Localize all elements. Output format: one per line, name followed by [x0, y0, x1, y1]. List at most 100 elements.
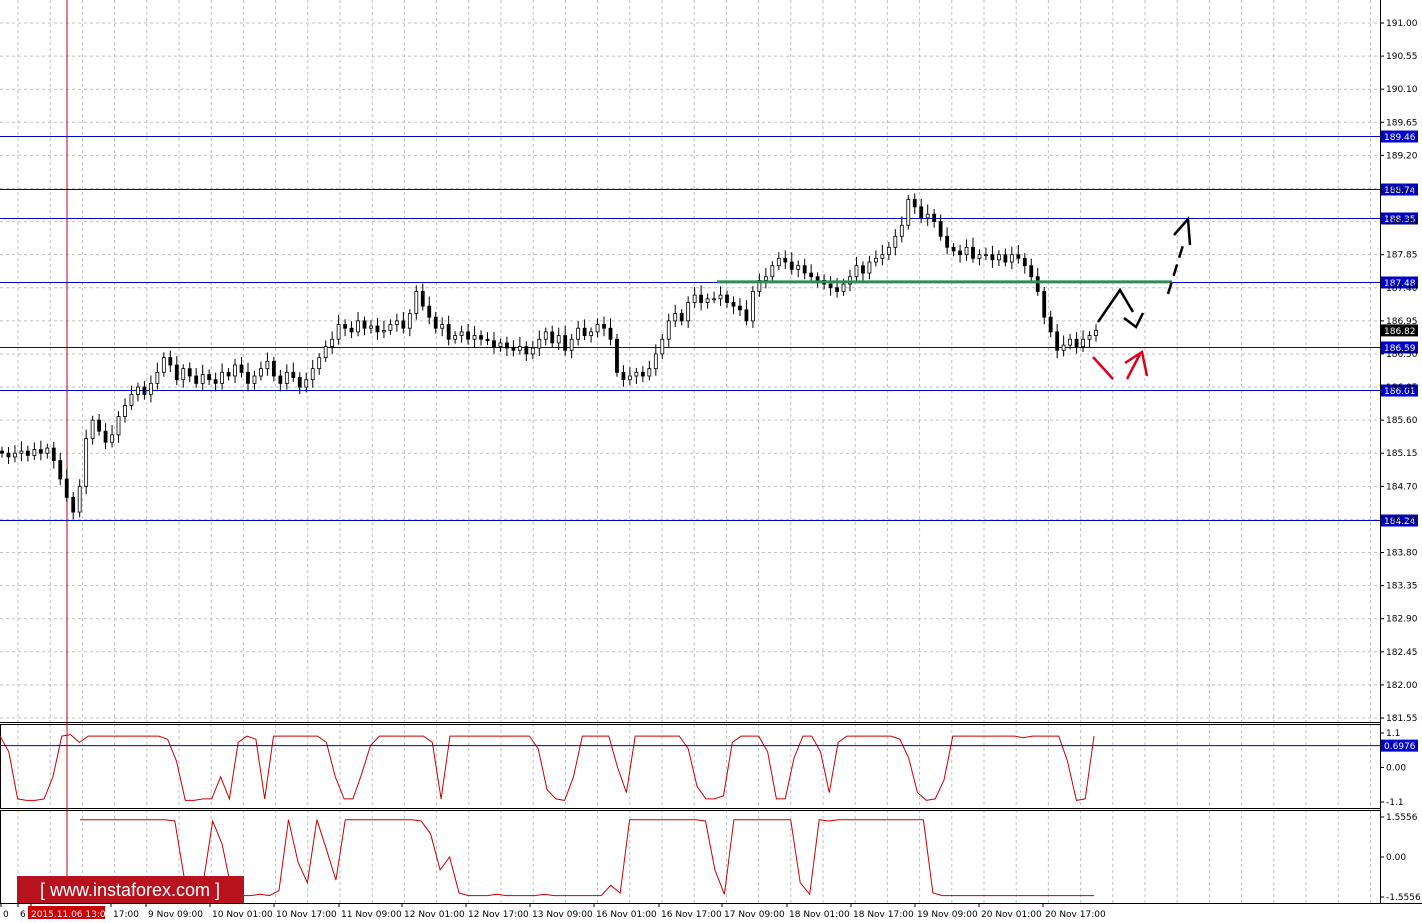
x-tick-label: 0	[3, 910, 9, 920]
candle	[1029, 258, 1034, 283]
candle-body	[1074, 338, 1079, 347]
candle-body	[278, 375, 283, 384]
current-price-label: 186.82	[1384, 327, 1416, 337]
candle-body	[330, 338, 335, 347]
candle-body	[550, 331, 555, 344]
x-tick-label: 12 Nov 17:00	[468, 910, 529, 920]
candle-body	[84, 438, 89, 487]
candle	[84, 429, 89, 495]
candle	[744, 300, 749, 326]
candle-body	[148, 382, 153, 395]
candle-body	[97, 419, 102, 432]
candle	[964, 239, 969, 261]
candle	[1094, 324, 1098, 342]
candle	[97, 413, 102, 436]
candle	[155, 362, 160, 390]
candle-body	[252, 375, 257, 384]
candle-body	[271, 360, 276, 377]
candle	[971, 237, 975, 263]
candle-body	[660, 338, 665, 355]
forecast-path-up	[1096, 287, 1135, 323]
candle	[718, 286, 723, 306]
y-tick-label: 186.50	[1386, 350, 1418, 360]
candle	[71, 492, 76, 520]
candle-body	[1042, 291, 1047, 318]
candle	[945, 227, 950, 255]
candle-body	[692, 294, 697, 303]
candle	[1016, 244, 1021, 264]
indicator-2-tick-label: -1.5556	[1386, 893, 1421, 903]
candle-body	[64, 478, 69, 498]
candle	[123, 398, 127, 423]
candle-body	[1068, 338, 1073, 346]
candle	[505, 336, 509, 357]
candle-body	[382, 330, 386, 333]
candle-body	[142, 386, 147, 395]
candle	[181, 364, 186, 388]
time-axis: 0 6 2015.11.06 13:00 17:00 9 Nov 09:00 10 Nov…	[0, 903, 1106, 920]
candle-body	[32, 449, 37, 456]
candle-body	[407, 313, 412, 329]
candle	[472, 325, 477, 348]
candle	[343, 319, 347, 337]
candle	[958, 244, 962, 263]
candle	[776, 252, 781, 271]
candle	[407, 309, 412, 337]
candle-body	[530, 347, 535, 355]
candle-body	[679, 313, 684, 322]
candle	[893, 229, 898, 256]
candle	[103, 423, 108, 450]
chart-grid	[0, 0, 1380, 903]
candle	[330, 331, 335, 354]
candle	[0, 446, 4, 458]
candle-body	[136, 386, 140, 395]
candle-body	[951, 246, 956, 252]
candle-body	[874, 257, 878, 263]
candle-body	[479, 335, 483, 340]
candle-body	[964, 246, 969, 256]
y-tick-label: 184.70	[1386, 482, 1418, 492]
candle	[349, 321, 354, 339]
candle-body	[71, 496, 76, 513]
candle	[899, 216, 904, 243]
candle-body	[362, 320, 367, 329]
candle	[194, 368, 199, 388]
y-tick-label: 188.30	[1386, 218, 1418, 228]
y-tick-label: 183.35	[1386, 582, 1418, 592]
y-tick-label: 190.10	[1386, 85, 1418, 95]
candle	[136, 382, 140, 402]
candle-body	[466, 331, 470, 340]
candle	[1042, 287, 1047, 325]
candle-body	[51, 447, 56, 461]
candle-body	[90, 419, 95, 439]
candle-body	[239, 364, 244, 373]
candle-body	[653, 353, 658, 370]
candle-body	[291, 371, 296, 378]
candle-body	[485, 338, 490, 342]
candle	[815, 272, 820, 288]
candle	[278, 369, 283, 392]
highlighted-time-label: 2015.11.06 13:00	[31, 910, 112, 920]
candle	[589, 327, 593, 343]
candle-body	[213, 379, 218, 384]
candle	[880, 244, 885, 266]
candle-body	[103, 430, 108, 443]
candle-body	[932, 213, 937, 222]
candle-body	[1055, 331, 1060, 351]
forecast-arrows	[1092, 215, 1192, 380]
candle	[32, 442, 37, 460]
candle	[200, 364, 205, 391]
candle	[874, 250, 878, 267]
x-tick-label: 20 Nov 01:00	[981, 910, 1042, 920]
y-tick-label: 186.05	[1386, 383, 1418, 393]
candle	[524, 341, 529, 362]
y-tick-label: 184.25	[1386, 515, 1418, 525]
x-tick-label: 19 Nov 09:00	[917, 910, 978, 920]
candle	[628, 367, 632, 385]
indicator-1-tick-label: 1.1	[1386, 729, 1400, 739]
candle-body	[666, 320, 671, 340]
candle-body	[893, 235, 898, 248]
candle-body	[971, 246, 975, 259]
candle	[148, 375, 153, 403]
candle-body	[6, 452, 11, 458]
